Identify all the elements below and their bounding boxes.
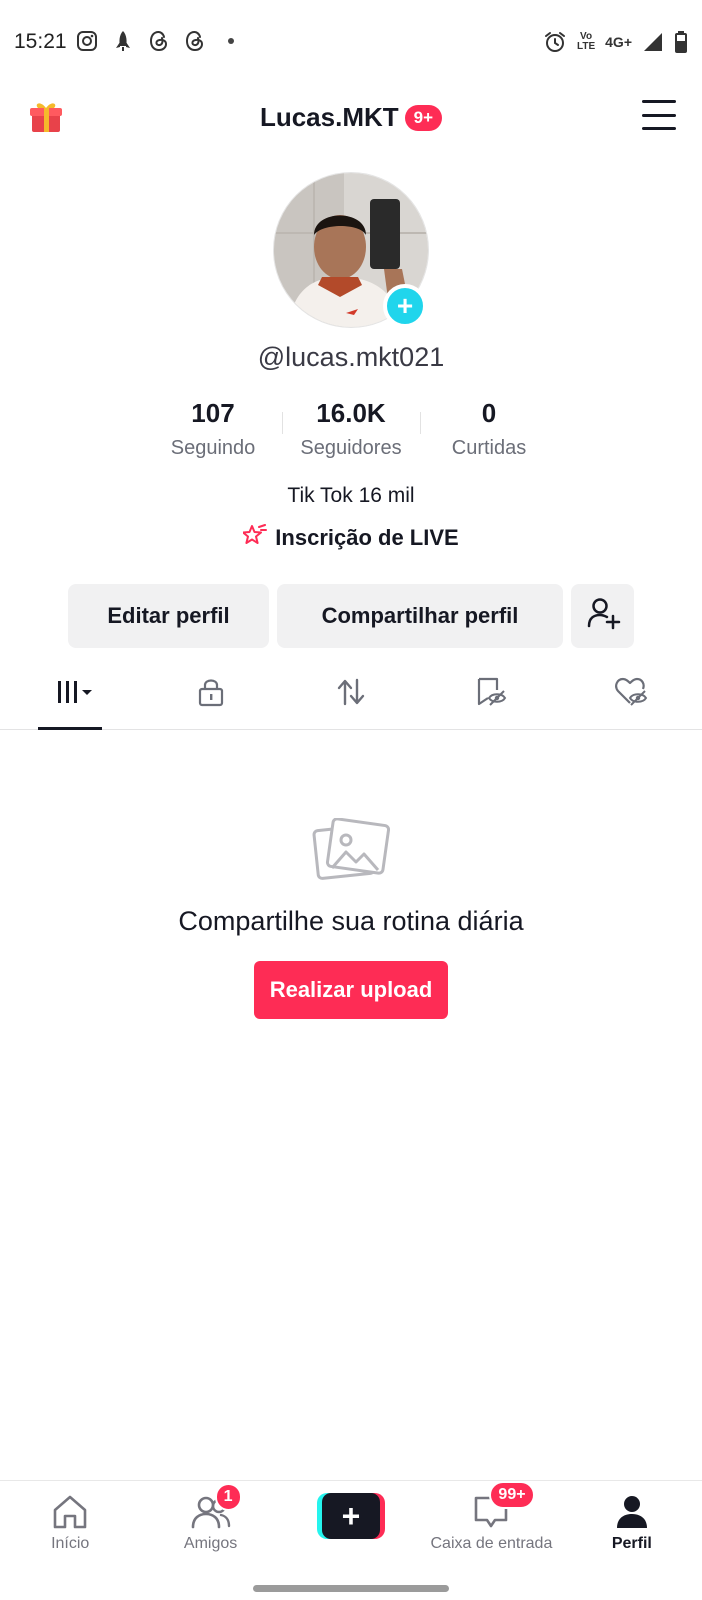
profile-header: Lucas.MKT 9+ — [0, 88, 702, 148]
image-placeholder-icon — [312, 817, 391, 882]
instagram-icon — [76, 30, 98, 52]
profile-stats: 107 Seguindo 16.0K Seguidores 0 Curtidas — [144, 398, 558, 464]
nav-home[interactable]: Início — [0, 1481, 140, 1574]
friends-badge: 1 — [214, 1483, 242, 1511]
grid-icon — [44, 677, 96, 712]
plus-icon: + — [322, 1493, 381, 1539]
tab-private[interactable] — [140, 660, 280, 729]
status-bar: 15:21 Vo LTE 4G+ — [0, 0, 702, 88]
stat-value: 0 — [481, 398, 497, 428]
nav-create[interactable]: + — [281, 1481, 421, 1574]
stat-following[interactable]: 107 Seguindo — [144, 398, 282, 464]
lock-icon — [196, 677, 226, 712]
empty-state-title: Compartilhe sua rotina diária — [178, 906, 524, 936]
hamburger-menu-icon[interactable] — [642, 100, 676, 130]
profile-icon — [612, 1493, 652, 1531]
account-badge: 9+ — [404, 104, 443, 131]
home-indicator[interactable] — [253, 1585, 449, 1592]
profile-username: @lucas.mkt021 — [257, 342, 445, 372]
threads-icon — [184, 30, 206, 52]
nav-label: Amigos — [183, 1535, 238, 1552]
bottom-navigation: Início 1 Amigos + 99+ Caixa de entrada P… — [0, 1480, 702, 1574]
bookmark-hidden-icon — [474, 676, 508, 713]
add-user-icon — [585, 595, 621, 637]
add-friend-button[interactable] — [571, 584, 634, 648]
dot-icon — [220, 30, 242, 52]
friends-icon: 1 — [191, 1483, 242, 1531]
nav-inbox[interactable]: 99+ Caixa de entrada — [421, 1481, 561, 1574]
profile-bio: Tik Tok 16 mil — [287, 484, 415, 507]
inbox-icon: 99+ — [471, 1481, 535, 1531]
profile-actions: Editar perfil Compartilhar perfil — [68, 584, 634, 648]
edit-profile-button[interactable]: Editar perfil — [68, 584, 269, 648]
network-type: 4G+ — [605, 34, 632, 50]
live-subscription-link[interactable]: Inscrição de LIVE — [0, 524, 702, 552]
account-name: Lucas.MKT — [259, 102, 399, 132]
nav-profile[interactable]: Perfil — [562, 1481, 702, 1574]
stat-label: Curtidas — [451, 437, 527, 459]
alarm-icon — [543, 30, 567, 54]
signal-icon — [642, 30, 664, 54]
threads-icon — [148, 30, 170, 52]
avatar-container[interactable]: + — [273, 172, 429, 328]
tab-videos[interactable] — [0, 660, 140, 730]
notification-icons — [76, 30, 242, 52]
nav-friends[interactable]: 1 Amigos — [140, 1481, 280, 1574]
rocket-icon — [112, 30, 134, 52]
inbox-badge: 99+ — [489, 1481, 535, 1509]
header-title-group[interactable]: Lucas.MKT 9+ — [0, 102, 702, 133]
stat-value: 107 — [191, 398, 235, 428]
nav-label: Início — [51, 1535, 90, 1552]
content-tabs — [0, 660, 702, 730]
heart-hidden-icon — [614, 676, 650, 713]
repost-icon — [335, 676, 367, 713]
create-button[interactable]: + — [317, 1493, 386, 1539]
stat-followers[interactable]: 16.0K Seguidores — [282, 398, 420, 464]
nav-label: Perfil — [611, 1535, 652, 1552]
upload-button[interactable]: Realizar upload — [254, 961, 448, 1019]
nav-label: Caixa de entrada — [430, 1535, 553, 1552]
system-icons: Vo LTE 4G+ — [543, 30, 688, 54]
live-star-icon — [242, 524, 268, 552]
live-subscription-label: Inscrição de LIVE — [275, 525, 459, 550]
tab-favorites[interactable] — [421, 660, 561, 729]
home-icon — [50, 1493, 90, 1531]
battery-icon — [674, 30, 688, 54]
volte-icon: Vo LTE — [576, 31, 596, 52]
stat-label: Seguindo — [170, 437, 256, 459]
stat-likes[interactable]: 0 Curtidas — [420, 398, 558, 464]
stat-value: 16.0K — [316, 398, 386, 428]
tab-liked[interactable] — [562, 660, 702, 729]
stat-label: Seguidores — [300, 437, 402, 459]
status-time: 15:21 — [14, 30, 67, 53]
add-story-button[interactable]: + — [383, 284, 427, 328]
tab-reposts[interactable] — [281, 660, 421, 729]
share-profile-button[interactable]: Compartilhar perfil — [277, 584, 563, 648]
